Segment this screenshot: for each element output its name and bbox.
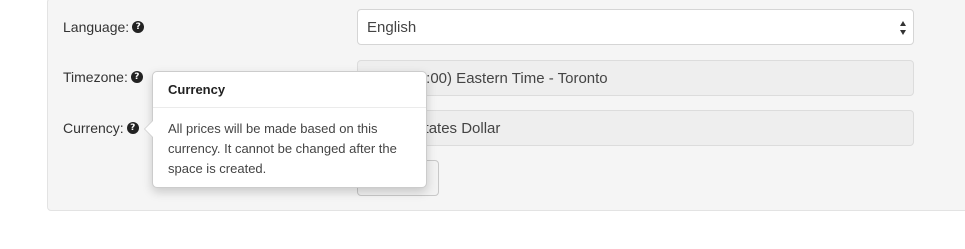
currency-help-popover: Currency All prices will be made based o… (144, 71, 427, 188)
currency-label: Currency: (63, 120, 124, 136)
question-circle-icon[interactable]: ? (132, 21, 145, 33)
language-label-row: Language: ? (63, 17, 145, 37)
timezone-field: (GMT-05:00) Eastern Time - Toronto (357, 60, 914, 96)
language-select[interactable]: English (357, 9, 914, 45)
select-arrows-icon (900, 21, 906, 35)
question-circle-icon[interactable]: ? (130, 71, 143, 83)
popover-arrow (144, 120, 153, 138)
currency-label-row: Currency: ? (63, 118, 139, 138)
popover-title: Currency (153, 72, 426, 108)
language-label: Language: (63, 19, 130, 35)
timezone-label: Timezone: (63, 69, 128, 85)
question-circle-icon[interactable]: ? (126, 122, 139, 134)
language-select-value: English (367, 18, 417, 36)
currency-field: United States Dollar (357, 110, 914, 146)
timezone-label-row: Timezone: ? (63, 67, 143, 87)
popover-content: All prices will be made based on this cu… (168, 121, 397, 176)
